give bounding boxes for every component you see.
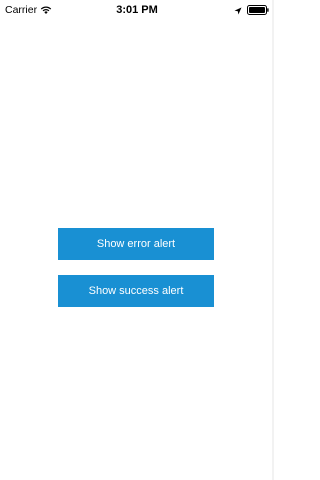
location-icon: [234, 6, 242, 15]
status-time: 3:01 PM: [116, 4, 158, 16]
show-success-alert-button[interactable]: Show success alert: [58, 275, 214, 307]
right-edge-divider: [272, 0, 274, 480]
show-error-alert-button[interactable]: Show error alert: [58, 228, 214, 260]
status-bar: Carrier 3:01 PM: [0, 0, 274, 20]
status-right-group: [234, 3, 269, 17]
battery-icon: [247, 5, 269, 15]
